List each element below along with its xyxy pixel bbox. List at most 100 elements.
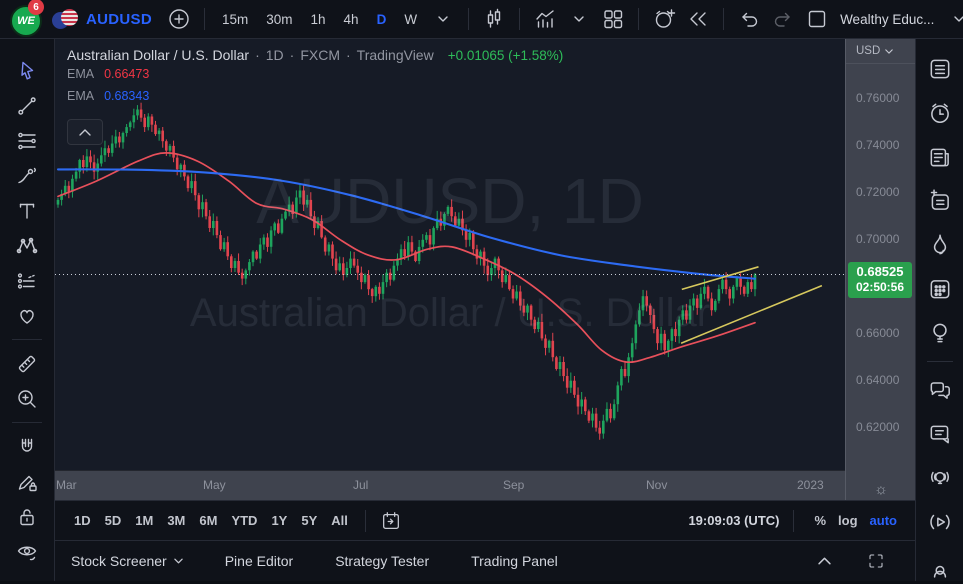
- private-messages-button[interactable]: [922, 416, 958, 452]
- range-1m[interactable]: 1M: [128, 509, 160, 532]
- chart-canvas[interactable]: AUDUSD, 1D Australian Dollar / U.S. Doll…: [55, 39, 845, 470]
- panel-expand-button[interactable]: [809, 546, 839, 576]
- legend-interval: 1D: [266, 47, 284, 63]
- toolbar-separator: [12, 339, 42, 340]
- calendar-button[interactable]: [922, 271, 958, 307]
- range-all[interactable]: All: [324, 509, 355, 532]
- cursor-tool-button[interactable]: [8, 53, 46, 88]
- tab-pine-editor[interactable]: Pine Editor: [225, 553, 293, 569]
- tab-stock-screener[interactable]: Stock Screener: [71, 553, 183, 569]
- interval-15m[interactable]: 15m: [215, 5, 255, 33]
- brush-tool-button[interactable]: [8, 158, 46, 193]
- alerts-button[interactable]: [922, 95, 958, 131]
- interval-1w[interactable]: W: [397, 5, 424, 33]
- tab-strategy-tester[interactable]: Strategy Tester: [335, 553, 429, 569]
- trend-line: [681, 286, 822, 344]
- axis-settings-icon[interactable]: ☼: [874, 481, 888, 498]
- ema-slow-row[interactable]: EMA 0.68343: [67, 85, 563, 107]
- range-1d[interactable]: 1D: [67, 509, 98, 532]
- plus-circle-icon: [167, 7, 191, 31]
- fib-tool-button[interactable]: [8, 123, 46, 158]
- chart-legend: Australian Dollar / U.S. Dollar · 1D · F…: [67, 47, 563, 107]
- magnet-icon: [15, 435, 39, 459]
- hotlists-button[interactable]: [922, 227, 958, 263]
- go-to-date-button[interactable]: [376, 506, 406, 536]
- zoom-in-tool-button[interactable]: [8, 381, 46, 416]
- range-5y[interactable]: 5Y: [294, 509, 324, 532]
- forecast-tool-button[interactable]: [8, 263, 46, 298]
- indicators-menu-button[interactable]: [564, 4, 594, 34]
- price-axis[interactable]: USD 0.76000 0.74000 0.72000 0.70000 0.66…: [845, 39, 915, 500]
- broker-logo[interactable]: WE 6: [8, 2, 42, 36]
- time-axis[interactable]: Mar May Jul Sep Nov 2023: [55, 470, 845, 500]
- range-ytd[interactable]: YTD: [224, 509, 264, 532]
- watchlist-icon: [927, 56, 953, 82]
- axis-settings-corner: ☼: [846, 476, 916, 501]
- brush-icon: [15, 164, 39, 188]
- lock-icon: [15, 505, 39, 529]
- layout-select-button[interactable]: [802, 4, 832, 34]
- session-clock[interactable]: 19:09:03 (UTC): [688, 513, 779, 528]
- drawing-mode-button[interactable]: [8, 464, 46, 499]
- my-ideas-button[interactable]: [922, 315, 958, 351]
- hide-drawings-button[interactable]: [8, 534, 46, 569]
- pattern-tool-button[interactable]: [8, 228, 46, 263]
- current-price-label: 0.68525 02:50:56: [848, 262, 912, 298]
- alarm-plus-icon: [652, 7, 676, 31]
- log-scale-toggle[interactable]: log: [832, 510, 864, 531]
- layout-menu-button[interactable]: [944, 4, 963, 34]
- interval-menu-button[interactable]: [428, 4, 458, 34]
- compare-add-symbol-button[interactable]: [164, 4, 194, 34]
- chevron-down-icon: [174, 558, 183, 564]
- price-tick: 0.74000: [856, 138, 899, 152]
- layout-templates-button[interactable]: [598, 4, 628, 34]
- interval-1d-active[interactable]: D: [370, 5, 394, 33]
- chevron-down-icon: [438, 16, 448, 22]
- flame-icon: [927, 232, 953, 258]
- auto-scale-toggle[interactable]: auto: [864, 510, 903, 531]
- percent-scale-toggle[interactable]: %: [808, 510, 832, 531]
- notification-badge: 6: [28, 0, 44, 15]
- range-6m[interactable]: 6M: [192, 509, 224, 532]
- cursor-icon: [15, 59, 39, 83]
- range-3m[interactable]: 3M: [160, 509, 192, 532]
- tab-trading-panel[interactable]: Trading Panel: [471, 553, 558, 569]
- text-tool-button[interactable]: [8, 193, 46, 228]
- watchlist-button[interactable]: [922, 51, 958, 87]
- legend-collapse-button[interactable]: [67, 119, 103, 145]
- undo-button[interactable]: [734, 4, 764, 34]
- panel-fullscreen-button[interactable]: [861, 546, 891, 576]
- indicators-icon: [533, 7, 557, 31]
- chevron-down-icon: [574, 16, 584, 22]
- bar-replay-button[interactable]: [683, 4, 713, 34]
- news-icon: [927, 144, 953, 170]
- drawing-toolbar: [0, 39, 55, 581]
- chart-style-button[interactable]: [479, 4, 509, 34]
- notes-button[interactable]: [922, 183, 958, 219]
- price-tick: 0.76000: [856, 91, 899, 105]
- range-5d[interactable]: 5D: [98, 509, 129, 532]
- price-axis-currency-button[interactable]: USD: [846, 39, 915, 64]
- redo-arrow-icon: [771, 7, 795, 31]
- news-button[interactable]: [922, 139, 958, 175]
- symbol-button[interactable]: AUDUSD: [86, 11, 152, 28]
- interval-30m[interactable]: 30m: [259, 5, 299, 33]
- redo-button[interactable]: [768, 4, 798, 34]
- range-1y[interactable]: 1Y: [264, 509, 294, 532]
- create-alert-button[interactable]: [649, 4, 679, 34]
- layout-name[interactable]: Wealthy Educ...: [840, 12, 934, 27]
- community-button[interactable]: [922, 548, 958, 584]
- ema-fast-row[interactable]: EMA 0.66473: [67, 63, 563, 85]
- indicators-button[interactable]: [530, 4, 560, 34]
- lock-drawings-button[interactable]: [8, 499, 46, 534]
- magnet-mode-button[interactable]: [8, 429, 46, 464]
- legend-title-row[interactable]: Australian Dollar / U.S. Dollar · 1D · F…: [67, 47, 563, 63]
- interval-1h[interactable]: 1h: [304, 5, 333, 33]
- measure-tool-button[interactable]: [8, 346, 46, 381]
- ideas-stream-button[interactable]: [922, 460, 958, 496]
- emoji-tool-button[interactable]: [8, 298, 46, 333]
- streams-button[interactable]: [922, 504, 958, 540]
- trendline-tool-button[interactable]: [8, 88, 46, 123]
- public-chats-button[interactable]: [922, 372, 958, 408]
- interval-4h[interactable]: 4h: [337, 5, 366, 33]
